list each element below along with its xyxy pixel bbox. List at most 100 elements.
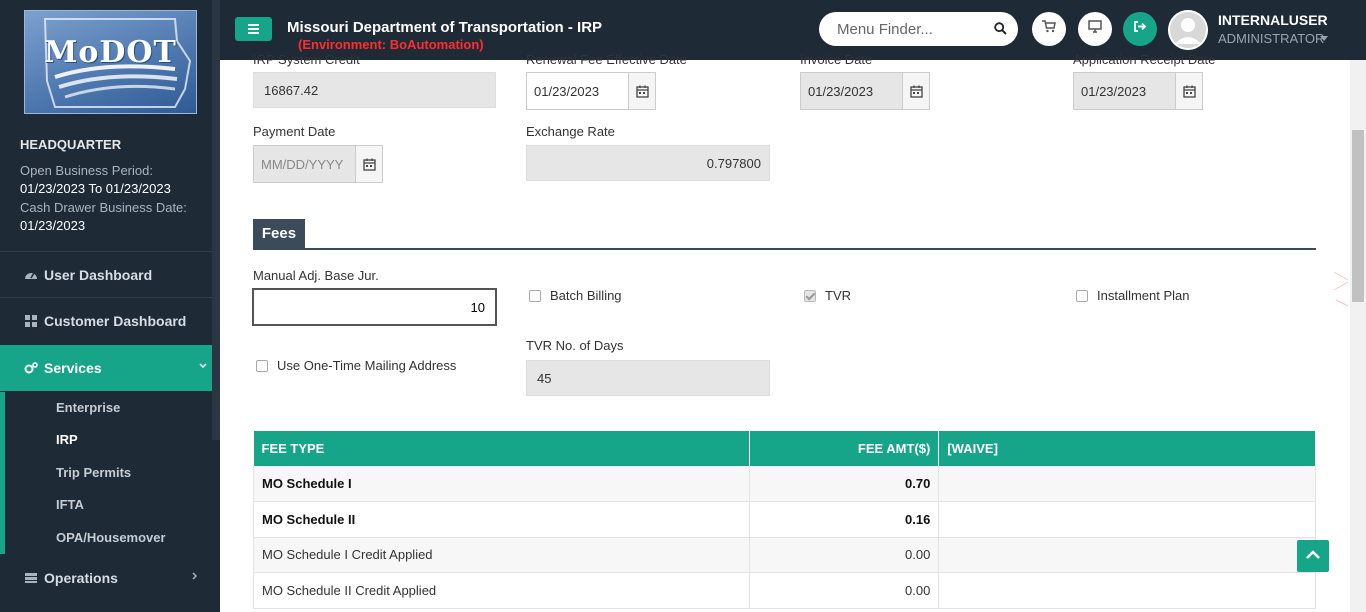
tvr-label: TVR <box>825 288 851 303</box>
submenu-item-opa-housemover[interactable]: OPA/Housemover <box>56 530 166 545</box>
sidebar-item-label: Operations <box>44 570 118 586</box>
sidebar-item-operations[interactable]: Operations <box>0 555 212 601</box>
fee-type-cell: MO Schedule II <box>253 501 750 538</box>
sidebar-scrollbar[interactable] <box>212 0 220 440</box>
installment-plan-label: Installment Plan <box>1097 288 1190 303</box>
date-value: 01/23/2023 <box>527 73 629 109</box>
renewal-fee-date-field[interactable]: 01/23/2023 <box>526 72 656 110</box>
manual-adj-label: Manual Adj. Base Jur. <box>253 268 379 283</box>
menu-finder-input[interactable] <box>819 12 987 46</box>
avatar[interactable] <box>1168 10 1208 50</box>
main-scrollbar[interactable] <box>1350 60 1366 612</box>
menu-toggle-button[interactable] <box>235 17 272 41</box>
back-to-top-button[interactable] <box>1297 540 1329 572</box>
payment-date-label: Payment Date <box>253 124 336 139</box>
tvr-days-label: TVR No. of Days <box>526 338 624 353</box>
column-header-waive[interactable]: [WAIVE] <box>938 431 1316 466</box>
sign-out-icon <box>1133 20 1147 38</box>
fees-title: Fees <box>253 219 305 248</box>
main-content: IRP System Credit 16867.42 Renewal Fee E… <box>236 52 1350 612</box>
cash-drawer-label: Cash Drawer Business Date: <box>20 200 187 215</box>
one-time-mailing-checkbox-row[interactable]: Use One-Time Mailing Address <box>256 358 456 373</box>
fee-amount-cell: 0.70 <box>749 466 940 502</box>
user-name[interactable]: INTERNALUSER <box>1218 12 1328 28</box>
fee-type-cell: MO Schedule II Credit Applied <box>253 572 750 609</box>
cart-button[interactable] <box>1032 12 1066 46</box>
fee-amount-cell: 0.16 <box>749 501 940 538</box>
table-row: MO Schedule I 0.70 <box>253 466 1316 502</box>
table-row: MO Schedule II 0.16 <box>253 501 1316 538</box>
sidebar-item-customer-dashboard[interactable]: Customer Dashboard <box>0 298 212 344</box>
services-submenu: Enterprise IRP Trip Permits IFTA OPA/Hou… <box>0 392 212 554</box>
waive-cell[interactable] <box>938 466 1316 502</box>
invoice-date-field[interactable]: 01/23/2023 <box>800 72 930 110</box>
app-title: Missouri Department of Transportation - … <box>287 19 603 36</box>
irp-credit-field[interactable]: 16867.42 <box>253 72 496 108</box>
cash-drawer-value: 01/23/2023 <box>20 218 86 233</box>
open-period-label: Open Business Period: <box>20 163 153 178</box>
tvr-days-field[interactable]: 45 <box>526 360 770 396</box>
sidebar-item-label: Services <box>44 360 102 376</box>
chevron-right-icon <box>190 570 200 584</box>
batch-billing-label: Batch Billing <box>550 288 622 303</box>
menu-finder <box>819 12 1018 46</box>
waive-cell[interactable] <box>938 572 1316 609</box>
date-placeholder: MM/DD/YYYY <box>261 156 344 172</box>
sidebar-item-user-dashboard[interactable]: User Dashboard <box>0 252 212 298</box>
search-icon[interactable] <box>994 22 1007 40</box>
calendar-icon[interactable] <box>628 73 655 109</box>
batch-billing-checkbox[interactable] <box>529 289 541 302</box>
caret-down-icon[interactable] <box>1320 36 1328 41</box>
application-receipt-date-label: Application Receipt Date <box>1073 52 1216 67</box>
dashboard-icon <box>24 268 38 282</box>
monitor-button[interactable] <box>1078 12 1112 46</box>
column-header-fee-type[interactable]: FEE TYPE <box>253 431 750 466</box>
office-name: HEADQUARTER <box>20 137 122 152</box>
open-period-value: 01/23/2023 To 01/23/2023 <box>20 181 171 196</box>
table-row: MO Schedule II Credit Applied 0.00 <box>253 572 1316 609</box>
calendar-icon[interactable] <box>1175 73 1202 109</box>
top-header: Missouri Department of Transportation - … <box>220 0 1366 60</box>
one-time-mailing-label: Use One-Time Mailing Address <box>277 358 457 373</box>
date-value: 01/23/2023 <box>1081 83 1147 99</box>
tvr-checkbox-row[interactable]: TVR <box>804 288 851 303</box>
chevron-down-icon <box>198 361 208 374</box>
payment-date-field[interactable]: MM/DD/YYYY <box>253 145 383 183</box>
exchange-rate-field[interactable]: 0.797800 <box>526 145 770 181</box>
fee-amount-cell: 0.00 <box>749 537 940 573</box>
user-role[interactable]: ADMINISTRATOR <box>1218 31 1324 46</box>
submenu-item-irp[interactable]: IRP <box>56 432 78 447</box>
installment-plan-checkbox[interactable] <box>1076 289 1088 302</box>
submenu-item-trip-permits[interactable]: Trip Permits <box>56 465 131 480</box>
date-value: 01/23/2023 <box>808 83 874 99</box>
batch-billing-checkbox-row[interactable]: Batch Billing <box>529 288 622 303</box>
chevron-up-icon <box>1305 547 1321 565</box>
waive-cell[interactable] <box>938 537 1316 573</box>
grid-icon <box>24 314 38 328</box>
fees-section-header: Fees <box>253 219 1316 250</box>
submenu-item-enterprise[interactable]: Enterprise <box>56 400 120 415</box>
fee-table: FEE TYPE FEE AMT($) [WAIVE] MO Schedule … <box>253 431 1316 609</box>
invoice-date-label: Invoice Date <box>800 52 873 67</box>
calendar-icon[interactable] <box>902 73 929 109</box>
waive-cell[interactable] <box>938 501 1316 538</box>
scrollbar-thumb[interactable] <box>1352 130 1364 302</box>
installment-plan-checkbox-row[interactable]: Installment Plan <box>1076 288 1190 303</box>
manual-adj-input[interactable] <box>252 288 497 326</box>
fee-amount-cell: 0.00 <box>749 572 940 609</box>
calendar-icon[interactable] <box>355 146 382 182</box>
sidebar-item-services[interactable]: Services <box>0 345 220 391</box>
application-receipt-date-field[interactable]: 01/23/2023 <box>1073 72 1203 110</box>
logout-button[interactable] <box>1123 12 1157 46</box>
renewal-fee-date-label: Renewal Fee Effective Date <box>526 52 687 67</box>
submenu-item-ifta[interactable]: IFTA <box>56 497 84 512</box>
fee-type-cell: MO Schedule I Credit Applied <box>253 537 750 573</box>
column-header-fee-amount[interactable]: FEE AMT($) <box>749 431 940 466</box>
operations-icon <box>24 571 38 585</box>
exchange-rate-label: Exchange Rate <box>526 124 615 139</box>
sidebar: MoDOT HEADQUARTER Open Business Period: … <box>0 0 220 612</box>
one-time-mailing-checkbox[interactable] <box>256 359 268 372</box>
table-row: MO Schedule I Credit Applied 0.00 <box>253 537 1316 573</box>
sidebar-item-label: Customer Dashboard <box>44 313 187 329</box>
tvr-checkbox[interactable] <box>804 289 816 302</box>
